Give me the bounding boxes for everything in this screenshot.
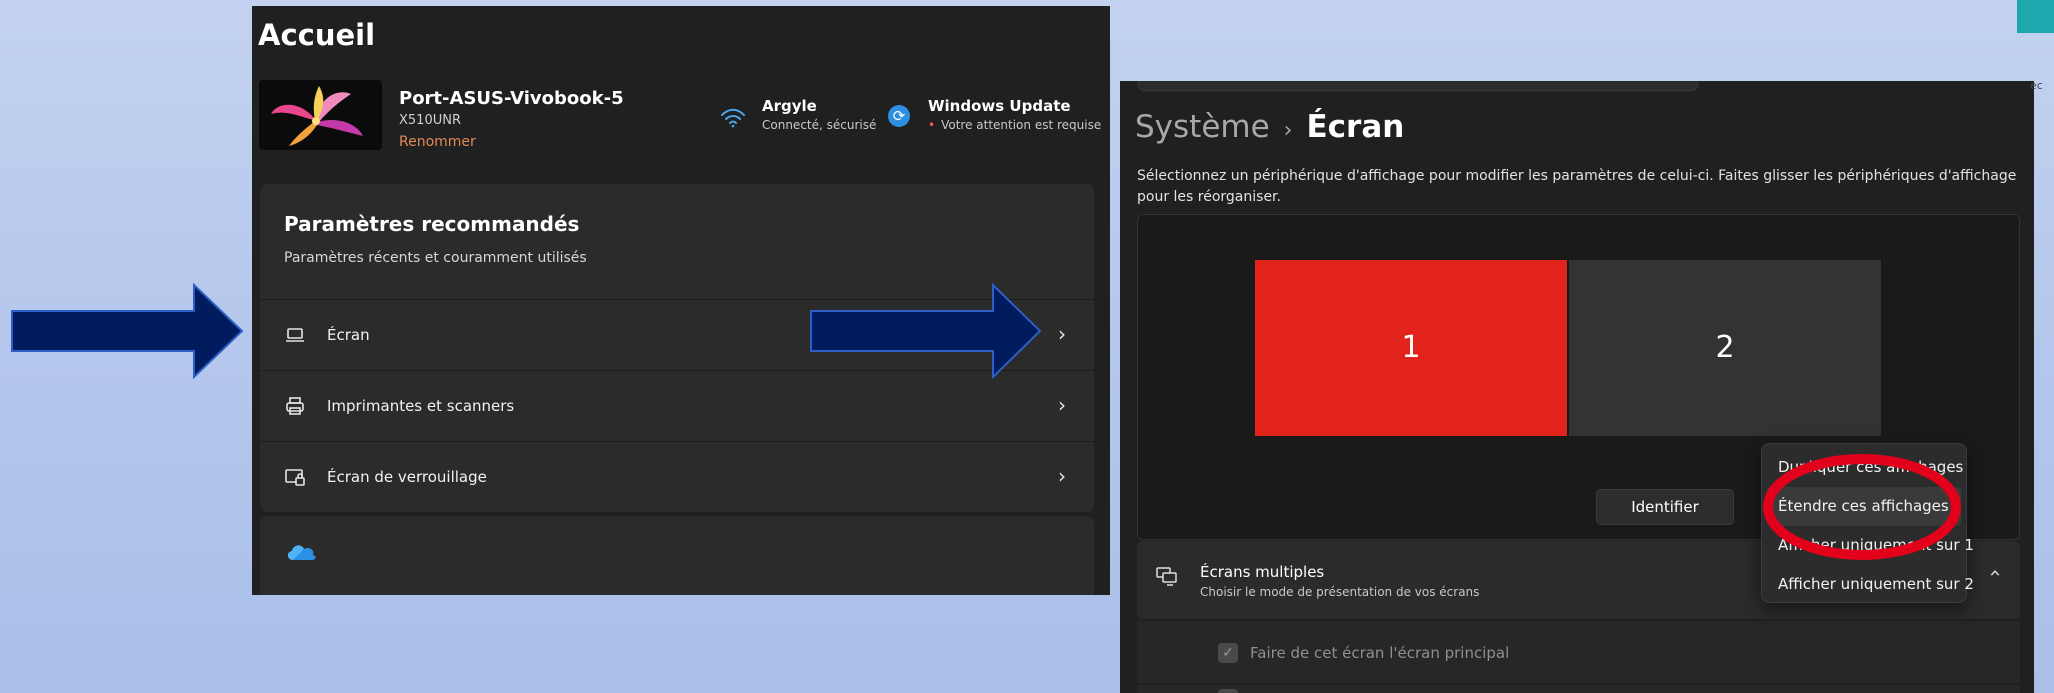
multiple-displays-icon: [1155, 565, 1179, 587]
primary-display-row: ✓ Faire de cet écran l'écran principal: [1137, 621, 2020, 683]
chevron-right-icon: ›: [1058, 393, 1066, 417]
dropdown-option-only-2[interactable]: Afficher uniquement sur 2: [1767, 565, 1974, 604]
chevron-right-icon: ›: [1058, 322, 1066, 346]
recommended-item-label: Écran: [327, 326, 370, 344]
monitor-1-tile[interactable]: 1: [1255, 260, 1567, 436]
next-option-row: [1137, 685, 2020, 693]
recommended-title: Paramètres recommandés: [284, 212, 580, 236]
device-name: Port-ASUS-Vivobook-5: [399, 88, 624, 109]
identify-button[interactable]: Identifier: [1596, 489, 1734, 525]
annotation-arrow-right-icon: [810, 283, 1042, 379]
breadcrumb-separator-icon: ›: [1283, 118, 1293, 143]
monitor-2-tile[interactable]: 2: [1569, 260, 1881, 436]
network-status: Connecté, sécurisé: [762, 118, 877, 132]
display-settings-panel: Système › Écran Sélectionnez un périphér…: [1120, 81, 2034, 693]
windows-update-icon: ⟳: [888, 105, 910, 127]
corner-accent: [2017, 0, 2054, 33]
annotation-highlight-ring-icon: [1763, 454, 1961, 560]
breadcrumb: Système › Écran: [1135, 109, 1404, 145]
multiple-displays-title: Écrans multiples: [1200, 563, 1325, 581]
device-model: X510UNR: [399, 113, 461, 128]
display-description: Sélectionnez un périphérique d'affichage…: [1137, 168, 2017, 205]
chevron-right-icon: ›: [1058, 464, 1066, 488]
next-option-checkbox[interactable]: [1218, 689, 1238, 693]
windows-update-title[interactable]: Windows Update: [928, 97, 1071, 115]
recommended-item-label: Imprimantes et scanners: [327, 397, 515, 415]
lock-screen-icon: [284, 466, 306, 488]
annotation-arrow-left-icon: [11, 283, 244, 379]
multiple-displays-subtitle: Choisir le mode de présentation de vos é…: [1200, 585, 1480, 599]
primary-display-checkbox[interactable]: ✓: [1218, 643, 1238, 663]
attention-dot: •: [928, 118, 936, 132]
rename-link[interactable]: Renommer: [399, 134, 476, 150]
windows-update-status-text: Votre attention est requise: [941, 118, 1102, 132]
recommended-item-label: Écran de verrouillage: [327, 468, 487, 486]
recommended-subtitle: Paramètres récents et couramment utilisé…: [284, 250, 587, 266]
device-thumbnail: [259, 80, 382, 150]
printer-icon: [284, 395, 306, 417]
chevron-up-icon[interactable]: ›: [1982, 569, 2006, 577]
edge-label: ec: [2030, 79, 2043, 92]
recommended-item-printers[interactable]: Imprimantes et scanners ›: [260, 370, 1094, 440]
primary-display-label: Faire de cet écran l'écran principal: [1250, 644, 1510, 662]
breadcrumb-parent[interactable]: Système: [1135, 109, 1270, 145]
laptop-icon: [284, 324, 306, 346]
breadcrumb-current: Écran: [1306, 109, 1405, 145]
onedrive-card[interactable]: [260, 516, 1094, 595]
wifi-icon: [720, 107, 746, 129]
search-box[interactable]: [1138, 81, 1698, 91]
page-title: Accueil: [258, 18, 376, 52]
onedrive-cloud-icon: [284, 540, 318, 566]
windows-update-status: • Votre attention est requise: [928, 118, 1101, 132]
network-name[interactable]: Argyle: [762, 97, 817, 115]
recommended-item-lock-screen[interactable]: Écran de verrouillage ›: [260, 441, 1094, 511]
